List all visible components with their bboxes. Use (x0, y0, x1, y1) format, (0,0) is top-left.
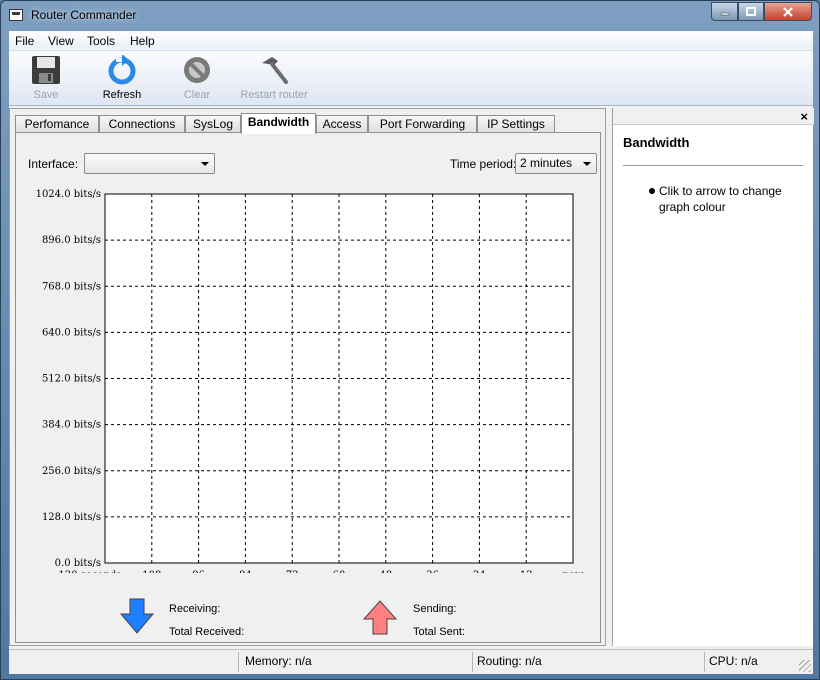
bullet-icon (649, 188, 655, 194)
close-button[interactable] (764, 2, 812, 21)
tab-port-forwarding[interactable]: Port Forwarding (368, 115, 477, 133)
help-divider (623, 165, 803, 166)
menu-view[interactable]: View (48, 34, 74, 48)
y-tick-label: 768.0 bits/s (42, 281, 101, 292)
x-tick-label: 108 (142, 570, 161, 573)
tab-access[interactable]: Access (316, 115, 368, 133)
help-text: Clik to arrow to change graph colour (659, 184, 782, 214)
y-tick-label: 256.0 bits/s (42, 466, 101, 477)
receiving-label: Receiving: (169, 603, 221, 615)
tab-syslog[interactable]: SysLog (185, 115, 241, 133)
app-icon (9, 9, 23, 21)
restart-router-label: Restart router (240, 89, 308, 101)
bandwidth-page: Interface: Time period: 2 minutes 1024.0… (15, 132, 601, 643)
x-tick-label: 48 (379, 570, 392, 573)
y-tick-label: 640.0 bits/s (42, 327, 101, 338)
help-title: Bandwidth (623, 135, 690, 150)
status-separator (472, 652, 473, 672)
tab-ip-settings[interactable]: IP Settings (477, 115, 555, 133)
title-bar[interactable]: Router Commander (1, 1, 819, 30)
sending-arrow-icon[interactable] (362, 600, 398, 636)
menu-tools[interactable]: Tools (87, 34, 115, 48)
clear-icon (184, 57, 210, 83)
help-panel-header (613, 108, 814, 125)
restart-router-button[interactable]: Restart router (237, 55, 311, 103)
app-window: Router Commander File View Tools Help Sa… (0, 0, 820, 680)
status-bar: Memory: n/a Routing: n/a CPU: n/a (9, 649, 813, 674)
y-tick-label: 128.0 bits/s (42, 512, 101, 523)
x-tick-label: 120 seconds (59, 570, 122, 573)
y-axis: 1024.0 bits/s 896.0 bits/s 768.0 bits/s 640… (36, 189, 101, 569)
x-tick-label: 72 (286, 570, 299, 573)
save-label: Save (33, 89, 59, 101)
resize-grip-icon[interactable] (799, 660, 811, 672)
refresh-icon (108, 55, 136, 85)
x-tick-label: 24 (473, 570, 486, 573)
toolbar: Save Refresh Clear Restart router (9, 51, 813, 106)
clear-button[interactable]: Clear (177, 55, 217, 103)
minimize-icon (720, 12, 729, 16)
total-received-label: Total Received: (169, 626, 245, 638)
cpu-status: CPU: n/a (709, 654, 758, 668)
tab-performance[interactable]: Perfomance (15, 115, 99, 133)
x-tick-label: 96 (192, 570, 205, 573)
tab-bandwidth[interactable]: Bandwidth (241, 113, 316, 134)
client-area: File View Tools Help Save Refresh Clear … (9, 31, 814, 674)
tab-connections[interactable]: Connections (99, 115, 185, 133)
help-panel: × Bandwidth Clik to arrow to change grap… (612, 108, 814, 646)
clear-label: Clear (183, 89, 211, 101)
x-tick-label: 60 (333, 570, 346, 573)
close-icon (783, 7, 793, 17)
hammer-icon (262, 57, 288, 84)
y-tick-label: 512.0 bits/s (42, 374, 101, 385)
refresh-button[interactable]: Refresh (97, 55, 147, 103)
maximize-icon (746, 7, 756, 16)
memory-status: Memory: n/a (245, 654, 312, 668)
menu-help[interactable]: Help (130, 34, 155, 48)
help-close-icon[interactable]: × (800, 109, 808, 124)
receiving-arrow-icon[interactable] (119, 598, 155, 634)
sending-label: Sending: (413, 603, 457, 615)
y-tick-label: 384.0 bits/s (42, 420, 101, 431)
y-tick-label: 896.0 bits/s (42, 235, 101, 246)
x-tick-label: 36 (426, 570, 439, 573)
x-tick-label: 84 (239, 570, 252, 573)
window-title: Router Commander (31, 8, 137, 22)
x-tick-label: 12 (520, 570, 533, 573)
maximize-button[interactable] (738, 2, 764, 21)
x-axis: 120 seconds 108 96 84 72 60 48 36 24 12 now (59, 570, 584, 573)
save-icon (32, 56, 60, 84)
minimize-button[interactable] (711, 2, 738, 21)
x-tick-label: now (562, 570, 583, 573)
bandwidth-chart: 1024.0 bits/s 896.0 bits/s 768.0 bits/s 640… (36, 189, 584, 573)
main-panel: Perfomance Connections SysLog Bandwidth … (9, 108, 606, 646)
y-tick-label: 0.0 bits/s (55, 558, 101, 569)
status-separator (704, 652, 705, 672)
status-separator (238, 652, 239, 672)
y-tick-label: 1024.0 bits/s (36, 189, 101, 200)
save-button[interactable]: Save (23, 55, 69, 103)
menu-file[interactable]: File (15, 34, 34, 48)
routing-status: Routing: n/a (477, 654, 542, 668)
menu-bar: File View Tools Help (9, 31, 813, 51)
refresh-label: Refresh (102, 89, 142, 101)
total-sent-label: Total Sent: (413, 626, 465, 638)
